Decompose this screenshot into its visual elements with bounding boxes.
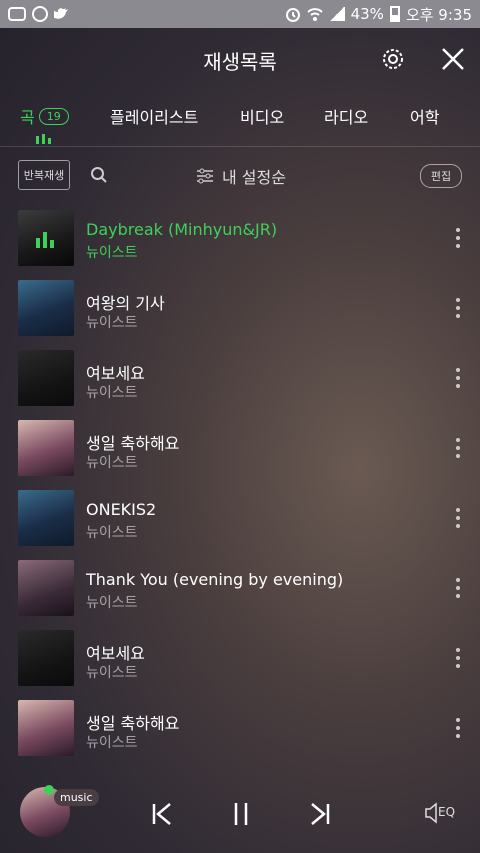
list-item[interactable]: 여왕의 기사 뉴이스트 [0,276,480,346]
chat-notification-icon [32,6,48,22]
tab-playlist[interactable]: 플레이리스트 [110,104,198,128]
battery-icon [389,6,400,22]
pause-icon[interactable] [228,801,254,827]
list-item[interactable]: 생일 축하해요 뉴이스트 [0,696,480,766]
more-options-icon[interactable] [452,646,464,670]
tab-divider [0,146,480,147]
album-art [18,420,74,476]
song-count-badge: 19 [38,107,69,125]
status-left-icons [8,6,72,22]
album-art [18,700,74,756]
song-title: Thank You (evening by evening) [86,570,344,589]
battery-percent: 43% [350,5,384,23]
list-item[interactable]: 여보세요 뉴이스트 [0,346,480,416]
tab-video[interactable]: 비디오 [240,104,284,128]
album-art [18,560,74,616]
clock: 오후 9:35 [405,5,472,24]
song-title: 생일 축하해요 [86,434,180,453]
tab-songs[interactable]: 곡 19 [20,104,69,128]
artist-name: 뉴이스트 [86,665,138,681]
alarm-icon [285,8,300,22]
more-options-icon[interactable] [452,436,464,460]
song-title: 여보세요 [86,364,145,383]
artist-name: 뉴이스트 [86,525,138,541]
settings-gear-icon[interactable] [380,46,406,72]
more-options-icon[interactable] [452,506,464,530]
tab-bar: 곡 19 플레이리스트 비디오 라디오 어학 [0,96,480,144]
sort-filter-icon [197,168,213,184]
now-playing-bars-icon [36,232,60,248]
more-options-icon[interactable] [452,296,464,320]
previous-track-icon[interactable] [150,801,176,827]
app-notification-icon [8,7,26,21]
list-item[interactable]: 생일 축하해요 뉴이스트 [0,416,480,486]
song-title: 생일 축하해요 [86,714,180,733]
sort-label: 내 설정순 [222,168,286,187]
twitter-icon [54,8,68,19]
artist-name: 뉴이스트 [86,595,138,611]
online-dot-icon [44,785,54,795]
artist-name: 뉴이스트 [86,315,138,331]
sort-control[interactable]: 내 설정순 [196,164,286,188]
mini-player: music EQ [0,773,480,853]
album-art [18,490,74,546]
repeat-button[interactable]: 반복재생 [18,160,70,190]
song-title: Daybreak (Minhyun&JR) [86,220,278,239]
signal-icon [328,7,345,21]
header: 재생목록 [0,28,480,90]
artist-name: 뉴이스트 [86,385,138,401]
artist-name: 뉴이스트 [86,455,138,471]
song-title: 여왕의 기사 [86,294,165,313]
album-art [18,350,74,406]
more-options-icon[interactable] [452,576,464,600]
equalizer-button[interactable]: EQ [424,801,458,827]
song-title: 여보세요 [86,644,145,663]
status-bar: 43% 오후 9:35 [0,0,480,28]
list-item[interactable]: 여보세요 뉴이스트 [0,626,480,696]
eq-label: EQ [438,805,456,819]
album-art [18,630,74,686]
search-icon[interactable] [90,166,108,184]
more-options-icon[interactable] [452,226,464,250]
more-options-icon[interactable] [452,366,464,390]
speaker-icon [425,802,437,824]
close-icon[interactable] [440,46,466,72]
tab-language[interactable]: 어학 [410,104,439,128]
wifi-icon [306,8,323,21]
album-art [18,280,74,336]
tab-songs-label: 곡 [20,108,35,127]
status-right-icons: 43% 오후 9:35 [285,4,472,25]
list-item[interactable]: ONEKIS2 뉴이스트 [0,486,480,556]
page-title: 재생목록 [203,50,277,74]
list-toolbar: 반복재생 내 설정순 편집 [0,160,480,192]
list-item[interactable]: Thank You (evening by evening) 뉴이스트 [0,556,480,626]
artist-name: 뉴이스트 [86,735,138,751]
music-badge: music [54,789,99,806]
artist-name: 뉴이스트 [86,245,138,261]
song-title: ONEKIS2 [86,500,157,519]
playing-indicator-icon [36,134,52,144]
list-item[interactable]: Daybreak (Minhyun&JR) 뉴이스트 [0,206,480,276]
edit-button[interactable]: 편집 [420,164,462,188]
next-track-icon[interactable] [306,801,332,827]
tab-radio[interactable]: 라디오 [324,104,368,128]
more-options-icon[interactable] [452,716,464,740]
